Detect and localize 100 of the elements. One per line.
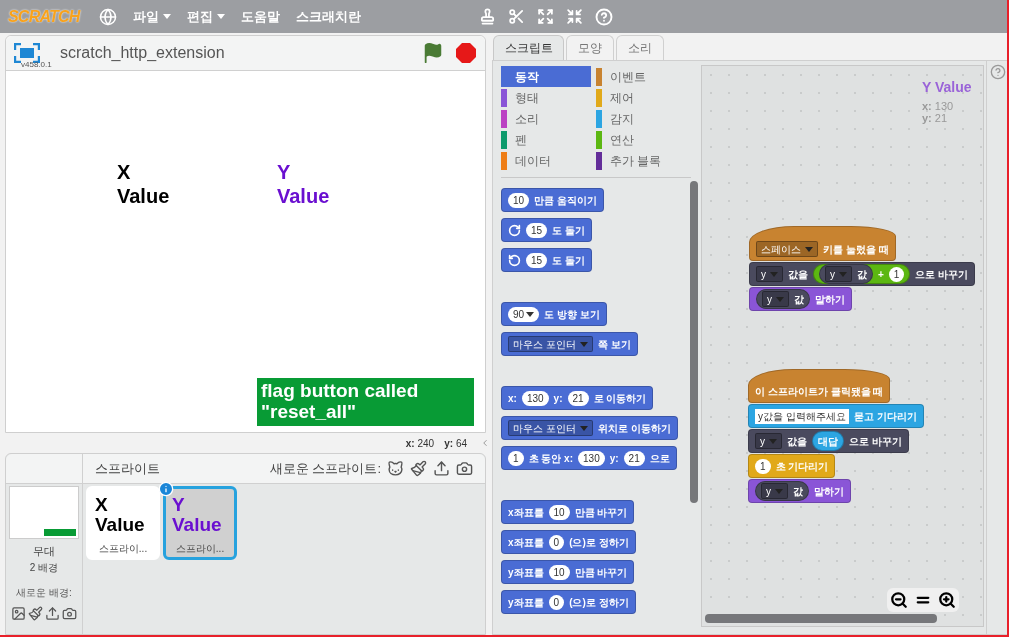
scrollbar[interactable] — [690, 181, 698, 503]
category-button[interactable]: 펜 — [501, 129, 591, 150]
dropdown-slot[interactable]: y — [761, 483, 788, 499]
scrollbar[interactable] — [705, 614, 937, 623]
dropdown-slot[interactable]: 스페이스 — [756, 241, 818, 257]
number-slot[interactable]: 1 — [508, 450, 524, 466]
code-block[interactable]: 1 초 동안 x: 130 y: 21 으로 — [501, 446, 677, 470]
number-slot[interactable]: 15 — [526, 222, 548, 238]
cat-icon[interactable] — [387, 460, 404, 477]
code-block[interactable]: 15 도 돌기 — [501, 218, 592, 242]
category-button[interactable]: 추가 블록 — [596, 150, 686, 171]
number-slot[interactable]: 130 — [578, 450, 605, 466]
code-block[interactable]: 90 도 방향 보기 — [501, 302, 607, 326]
code-block[interactable]: x좌표를 0 (으)로 정하기 — [501, 530, 636, 554]
reporter-block[interactable]: y 값 — [756, 289, 810, 309]
code-block[interactable]: 마우스 포인터 쪽 보기 — [501, 332, 638, 356]
version-label: v458.0.1 — [21, 59, 52, 71]
image-icon[interactable] — [11, 605, 26, 621]
number-slot[interactable]: 15 — [526, 252, 548, 268]
sprite-tile[interactable]: X Value 스프라이... — [86, 486, 160, 560]
category-button[interactable]: 소리 — [501, 108, 591, 129]
category-button[interactable]: 형태 — [501, 87, 591, 108]
upload-icon[interactable] — [45, 605, 60, 621]
project-title[interactable]: scratch_http_extension — [60, 41, 225, 65]
block-label: y: — [609, 451, 619, 466]
number-slot[interactable]: 130 — [521, 390, 549, 406]
reporter-block[interactable]: y 값 — [755, 481, 809, 501]
block-label: x좌표를 — [508, 505, 544, 520]
code-block[interactable]: y값을 입력해주세요 묻고 기다리기 — [748, 404, 924, 428]
code-block[interactable]: x: 130 y: 21 로 이동하기 — [501, 386, 654, 410]
scissors-icon[interactable] — [508, 8, 526, 25]
tab[interactable]: 모양 — [566, 35, 614, 60]
shrink-icon[interactable] — [566, 8, 584, 25]
code-block[interactable]: y 값을 대답 으로 바꾸기 — [748, 429, 909, 453]
dropdown-slot[interactable]: 마우스 포인터 — [508, 336, 593, 352]
block-label: 값 — [794, 292, 804, 307]
flag-icon[interactable] — [422, 42, 444, 64]
code-block[interactable]: y좌표를 0 (으)로 정하기 — [501, 590, 636, 614]
category-button[interactable]: 데이터 — [501, 150, 591, 171]
camera-icon[interactable] — [456, 460, 473, 477]
number-slot[interactable]: 10 — [548, 504, 570, 520]
code-block[interactable]: y좌표를 10 만큼 바꾸기 — [501, 560, 635, 584]
note-banner[interactable]: flag button called "reset_all" — [257, 378, 474, 426]
number-slot[interactable]: 90 — [508, 306, 540, 322]
number-slot[interactable]: 0 — [548, 534, 565, 550]
stage-sprite[interactable]: Y Value — [277, 160, 347, 208]
category-button[interactable]: 이벤트 — [596, 66, 686, 87]
code-block[interactable]: x좌표를 10 만큼 바꾸기 — [501, 500, 635, 524]
rotate-counterclockwise-icon — [508, 253, 521, 267]
number-slot[interactable]: 10 — [548, 564, 570, 580]
code-block[interactable]: 마우스 포인터 위치로 이동하기 — [501, 416, 678, 440]
block-label: 말하기 — [815, 292, 845, 307]
code-block[interactable]: 10 만큼 움직이기 — [501, 188, 604, 212]
stop-icon[interactable] — [455, 42, 477, 64]
number-slot[interactable]: 1 — [888, 266, 905, 282]
grow-icon[interactable] — [537, 8, 555, 25]
code-block[interactable]: 1 초 기다리기 — [748, 454, 836, 478]
block-label: 키를 눌렀을 때 — [823, 242, 889, 257]
zoom-out-icon[interactable] — [890, 591, 908, 609]
camera-icon[interactable] — [62, 605, 77, 621]
reporter-block[interactable]: y 값 — [819, 264, 873, 284]
dropdown-slot[interactable]: y — [762, 291, 789, 307]
dropdown-slot[interactable]: y — [755, 433, 782, 449]
code-block[interactable]: y 값 말하기 — [748, 479, 851, 503]
paintbrush-icon[interactable] — [28, 605, 43, 621]
category-button[interactable]: 연산 — [596, 129, 686, 150]
info-icon[interactable] — [158, 481, 174, 497]
caret-icon — [775, 488, 783, 494]
category-button[interactable]: 제어 — [596, 87, 686, 108]
number-slot[interactable]: 21 — [567, 390, 589, 406]
block-label: 만큼 움직이기 — [534, 193, 597, 208]
number-slot[interactable]: 21 — [623, 450, 645, 466]
number-slot[interactable]: 0 — [548, 594, 565, 610]
code-block[interactable]: y 값을 y 값 + 1 으로 바꾸기 — [749, 262, 976, 286]
sprite-tile[interactable]: Y Value 스프라이... — [163, 486, 237, 560]
stage-thumbnail[interactable] — [9, 486, 79, 539]
text-slot[interactable]: y값을 입력해주세요 — [755, 408, 849, 424]
code-block[interactable]: 15 도 돌기 — [501, 248, 592, 272]
upload-icon[interactable] — [433, 460, 450, 477]
number-slot[interactable]: 1 — [755, 458, 771, 474]
stamp-icon[interactable] — [479, 8, 497, 25]
dropdown-slot[interactable]: y — [825, 266, 852, 282]
hat-block[interactable]: 스페이스 키를 눌렀을 때 — [749, 226, 896, 261]
dropdown-slot[interactable]: y — [756, 266, 783, 282]
zoom-in-icon[interactable] — [938, 591, 956, 609]
tab[interactable]: 소리 — [616, 35, 664, 60]
block-label: 대답 — [818, 434, 838, 449]
tab[interactable]: 스크립트 — [493, 35, 564, 60]
help-icon[interactable] — [989, 64, 1006, 80]
category-button[interactable]: 동작 — [501, 66, 591, 87]
block-label: 초 기다리기 — [775, 459, 829, 474]
stage-sprite[interactable]: X Value — [117, 160, 187, 208]
fullscreen-icon[interactable] — [14, 43, 40, 63]
code-block[interactable]: y 값 말하기 — [749, 287, 852, 311]
dropdown-slot[interactable]: 마우스 포인터 — [508, 420, 593, 436]
category-button[interactable]: 감지 — [596, 108, 686, 129]
paintbrush-icon[interactable] — [410, 460, 427, 477]
reporter-block[interactable]: y 값 + 1 — [813, 264, 911, 284]
globe-icon[interactable] — [99, 7, 118, 26]
number-slot[interactable]: 10 — [508, 192, 530, 208]
